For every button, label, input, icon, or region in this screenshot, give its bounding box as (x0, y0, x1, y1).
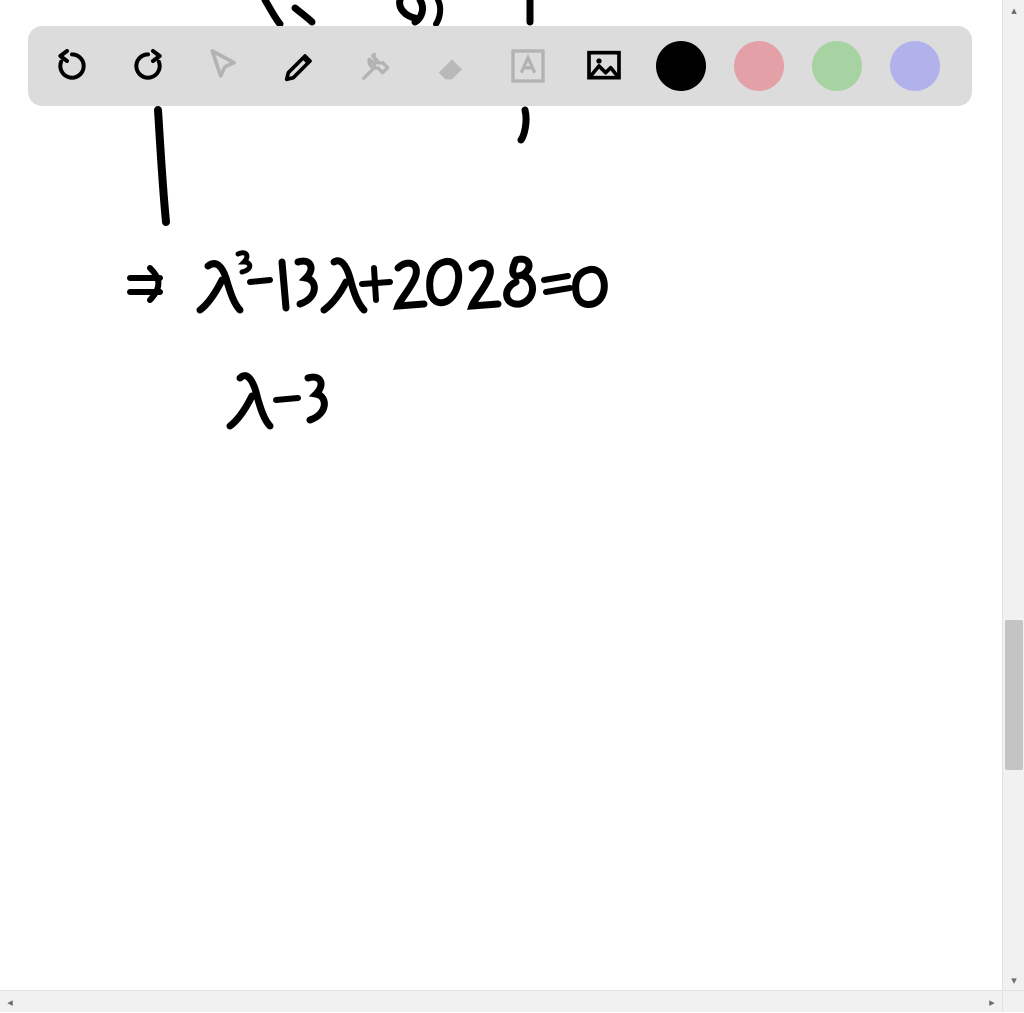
scroll-left-button[interactable]: ◂ (0, 991, 20, 1013)
scroll-right-button[interactable]: ▸ (982, 991, 1002, 1013)
pointer-tool-button[interactable] (200, 42, 248, 90)
color-swatch-green[interactable] (812, 41, 862, 91)
undo-button[interactable] (48, 42, 96, 90)
scroll-down-button[interactable]: ▾ (1003, 970, 1024, 990)
vertical-scroll-thumb[interactable] (1005, 620, 1023, 770)
color-swatch-purple[interactable] (890, 41, 940, 91)
pointer-icon (204, 46, 244, 86)
image-icon (584, 46, 624, 86)
color-swatch-pink[interactable] (734, 41, 784, 91)
tools-icon (356, 46, 396, 86)
horizontal-scrollbar[interactable]: ◂ ▸ (0, 990, 1002, 1012)
whiteboard-canvas[interactable]: ⇒ λ² − 13λ + 2028 = 0 λ − 3 (0, 0, 1000, 988)
vertical-scrollbar[interactable]: ▴ ▾ (1002, 0, 1024, 990)
redo-icon (128, 46, 168, 86)
tools-button[interactable] (352, 42, 400, 90)
text-icon (508, 46, 548, 86)
drawing-toolbar (28, 26, 972, 106)
undo-icon (52, 46, 92, 86)
handwriting-strokes (0, 0, 1000, 988)
scrollbar-corner (1002, 990, 1024, 1012)
eraser-icon (432, 46, 472, 86)
pencil-icon (280, 46, 320, 86)
pencil-tool-button[interactable] (276, 42, 324, 90)
text-tool-button[interactable] (504, 42, 552, 90)
eraser-tool-button[interactable] (428, 42, 476, 90)
image-tool-button[interactable] (580, 42, 628, 90)
scroll-up-button[interactable]: ▴ (1003, 0, 1024, 20)
color-swatch-black[interactable] (656, 41, 706, 91)
redo-button[interactable] (124, 42, 172, 90)
